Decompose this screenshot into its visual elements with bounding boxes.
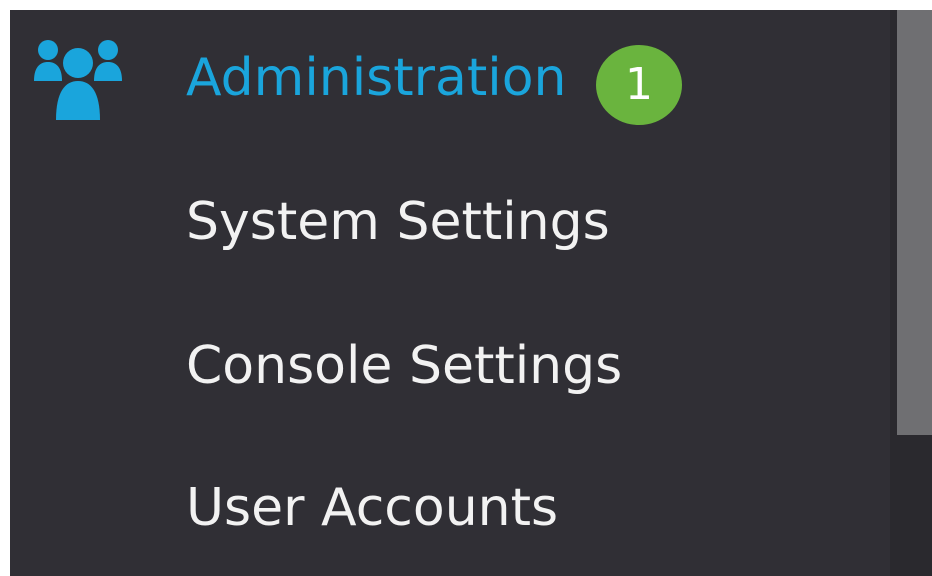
sidebar-item-console-settings[interactable]: Console Settings [186,336,622,396]
sidebar-item-user-accounts[interactable]: User Accounts [186,478,558,538]
screenshot-frame: Administration System Settings Console S… [0,0,932,576]
step-number-badge: 1 [596,45,682,125]
sidebar-scrollbar-thumb[interactable] [897,10,932,435]
sidebar-item-administration[interactable]: Administration [186,48,567,108]
users-group-icon [32,36,124,122]
navigation-sidebar: Administration System Settings Console S… [10,10,890,576]
sidebar-scrollbar-track[interactable] [890,10,932,576]
sidebar-item-system-settings[interactable]: System Settings [186,192,610,252]
